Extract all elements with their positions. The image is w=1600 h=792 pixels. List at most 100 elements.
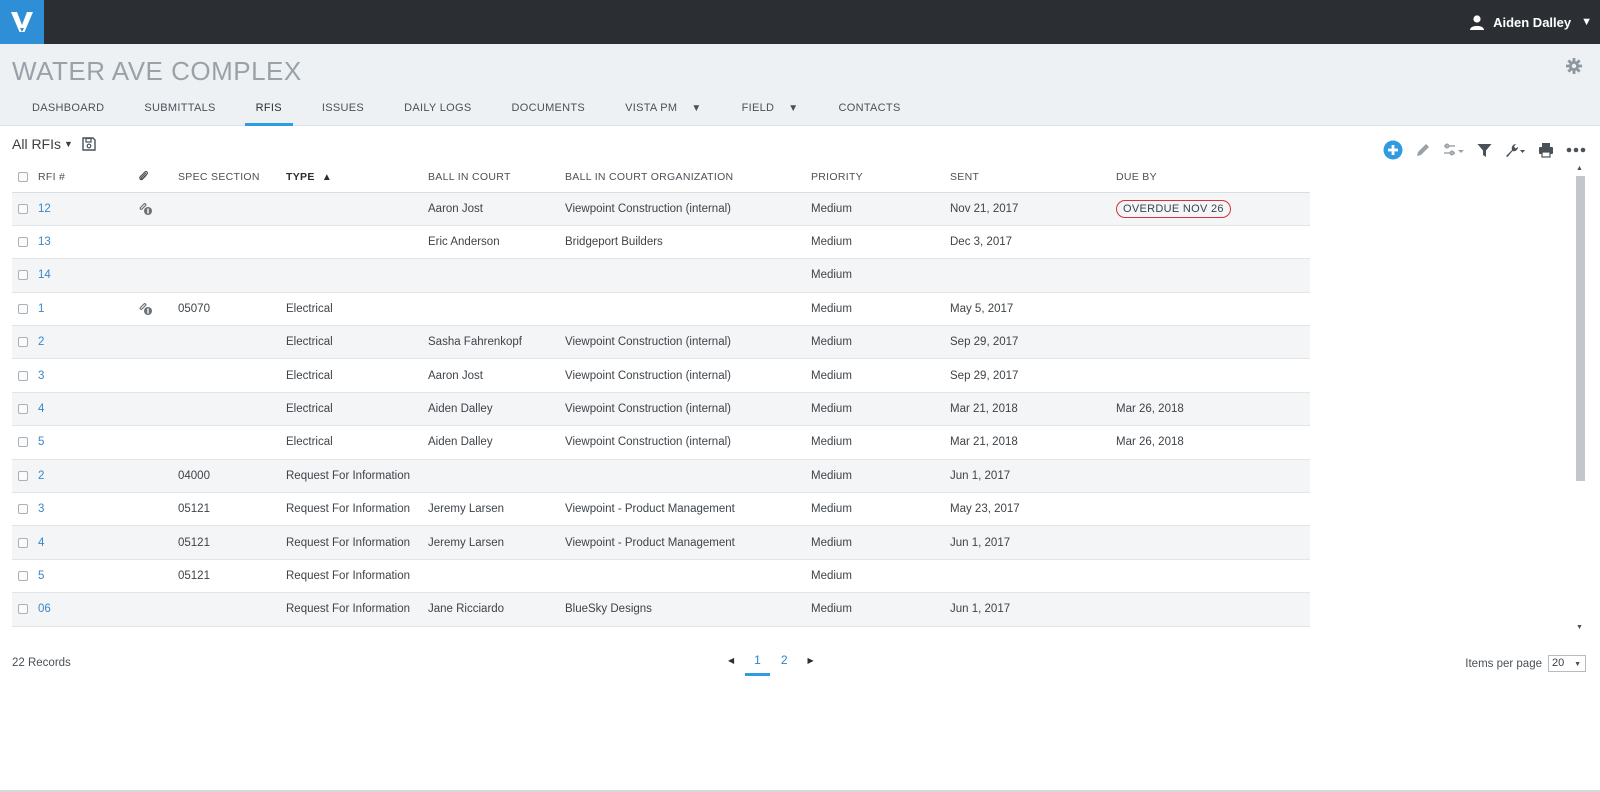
rfi-number-cell[interactable]: 3 [38,492,138,527]
nav-tab-vista-pm[interactable]: VISTA PM ▼ [605,98,722,126]
select-all-checkbox[interactable] [18,172,28,183]
row-select-cell [12,525,38,560]
column-header-ball-in-court-organization[interactable]: BALL IN COURT ORGANIZATION [565,163,811,193]
ball-in-court-cell [428,292,565,327]
nav-tab-submittals[interactable]: SUBMITTALS [124,98,235,126]
wrench-icon[interactable] [1504,142,1526,158]
ball-in-court-cell: Aaron Jost [428,192,565,226]
table-row[interactable]: 12 Aaron Jost Viewpoint Construction (inte… [12,192,1310,226]
vertical-scrollbar[interactable]: ▲ ▼ [1574,165,1586,631]
app-logo[interactable] [0,0,44,44]
nav-tab-issues[interactable]: ISSUES [302,98,384,126]
due-by-cell: Mar 26, 2018 [1116,392,1310,427]
column-header-ball-in-court[interactable]: BALL IN COURT [428,163,565,193]
rfi-number-cell[interactable]: 4 [38,525,138,560]
table-row[interactable]: 5 Electrical Aiden Dalley Viewpoint Constru… [12,425,1310,460]
column-header-rfi[interactable]: RFI # [38,163,138,193]
page-2[interactable]: 2 [781,653,788,667]
row-checkbox[interactable] [18,504,28,515]
row-checkbox[interactable] [18,270,28,281]
more-options-icon[interactable] [1566,147,1586,153]
spec-section-cell [178,392,286,427]
spec-section-cell [178,258,286,293]
bulk-update-icon[interactable] [1443,142,1465,158]
nav-tab-label: ISSUES [321,102,365,114]
column-header-spec-section[interactable]: SPEC SECTION [178,163,286,193]
table-row[interactable]: 2 Electrical Sasha Fahrenkopf Viewpoint Con… [12,325,1310,360]
attachment-cell [138,358,178,393]
project-nav: DASHBOARD SUBMITTALS RFIS ISSUES DAILY LOGS D… [12,98,921,126]
next-page-icon[interactable]: ▶ [808,656,814,665]
rfi-number-cell[interactable]: 06 [38,592,138,627]
rfi-number-cell[interactable]: 14 [38,258,138,293]
rfi-number-cell[interactable]: 4 [38,392,138,427]
rfi-number-cell[interactable]: 2 [38,325,138,360]
rfi-number-cell[interactable]: 1 [38,292,138,327]
type-cell: Electrical [286,392,428,427]
rfi-number-cell[interactable]: 5 [38,425,138,460]
row-checkbox[interactable] [18,604,28,615]
page-1[interactable]: 1 [745,653,770,676]
table-row[interactable]: 06 Request For Information Jane Ricciardo B… [12,592,1310,627]
row-checkbox[interactable] [18,437,28,448]
items-per-page-select[interactable]: 20 [1548,655,1586,672]
ball-in-court-cell: Sasha Fahrenkopf [428,325,565,360]
priority-cell: Medium [811,392,950,427]
type-cell [286,258,428,293]
row-checkbox[interactable] [18,237,28,248]
scroll-up-icon[interactable]: ▲ [1576,165,1583,172]
attachment-icon[interactable] [138,302,154,316]
table-row[interactable]: 1 05070 Electrical Medium May 5, 2017 [12,292,1310,327]
print-icon[interactable] [1538,142,1554,158]
column-header-priority[interactable]: PRIORITY [811,163,950,193]
rfi-number-cell[interactable]: 5 [38,559,138,594]
row-checkbox[interactable] [18,404,28,414]
prev-page-icon[interactable]: ◀ [728,656,734,665]
table-row[interactable]: 5 05121 Request For Information Medium [12,559,1310,594]
table-row[interactable]: 4 Electrical Aiden Dalley Viewpoint Constru… [12,392,1310,427]
table-row[interactable]: 2 04000 Request For Information Medium Jun 1… [12,459,1310,494]
filter-icon[interactable] [1477,143,1492,158]
rfi-number-cell[interactable]: 12 [38,192,138,226]
table-row[interactable]: 13 Eric Anderson Bridgeport Builders Medium… [12,225,1310,260]
save-view-icon[interactable] [82,137,96,151]
grid-toolbar [1371,140,1586,160]
rfi-number-cell[interactable]: 13 [38,225,138,260]
column-header-due-by[interactable]: DUE BY [1116,163,1310,193]
column-header-attachments[interactable] [138,163,178,193]
add-icon[interactable] [1383,140,1403,160]
nav-tab-documents[interactable]: DOCUMENTS [491,98,605,126]
column-header-sent[interactable]: SENT [950,163,1116,193]
scroll-down-icon[interactable]: ▼ [1576,624,1583,631]
table-row[interactable]: 14 Medium [12,258,1310,293]
attachment-icon[interactable] [138,202,154,216]
ball-in-court-organization-cell [565,559,811,594]
nav-tab-field[interactable]: FIELD ▼ [722,98,819,126]
row-checkbox[interactable] [18,337,28,348]
due-by-cell [1116,325,1310,360]
table-row[interactable]: 4 05121 Request For Information Jeremy Lars… [12,525,1310,560]
row-checkbox[interactable] [18,570,28,581]
column-header-type[interactable]: TYPE ▲ [286,163,428,193]
nav-tab-rfis[interactable]: RFIS [236,98,302,126]
row-checkbox[interactable] [18,370,28,381]
rfi-number-cell[interactable]: 3 [38,358,138,393]
row-checkbox[interactable] [18,303,28,314]
user-menu[interactable]: Aiden Dalley ▼ [1470,0,1592,44]
attachment-cell [138,559,178,594]
scrollbar-thumb[interactable] [1576,176,1585,481]
gear-icon[interactable] [1566,58,1582,79]
edit-icon[interactable] [1415,142,1431,158]
ball-in-court-cell: Jeremy Larsen [428,525,565,560]
nav-tab-dashboard[interactable]: DASHBOARD [12,98,124,126]
nav-tab-contacts[interactable]: CONTACTS [819,98,921,126]
rfi-number-cell[interactable]: 2 [38,459,138,494]
row-checkbox[interactable] [18,470,28,481]
table-row[interactable]: 3 05121 Request For Information Jeremy Lars… [12,492,1310,527]
row-checkbox[interactable] [18,203,28,214]
nav-tab-daily-logs[interactable]: DAILY LOGS [384,98,491,126]
view-selector[interactable]: All RFIs ▼ [12,136,96,152]
table-row[interactable]: 3 Electrical Aaron Jost Viewpoint Construct… [12,358,1310,393]
view-label: All RFIs [12,136,61,152]
row-checkbox[interactable] [18,537,28,548]
